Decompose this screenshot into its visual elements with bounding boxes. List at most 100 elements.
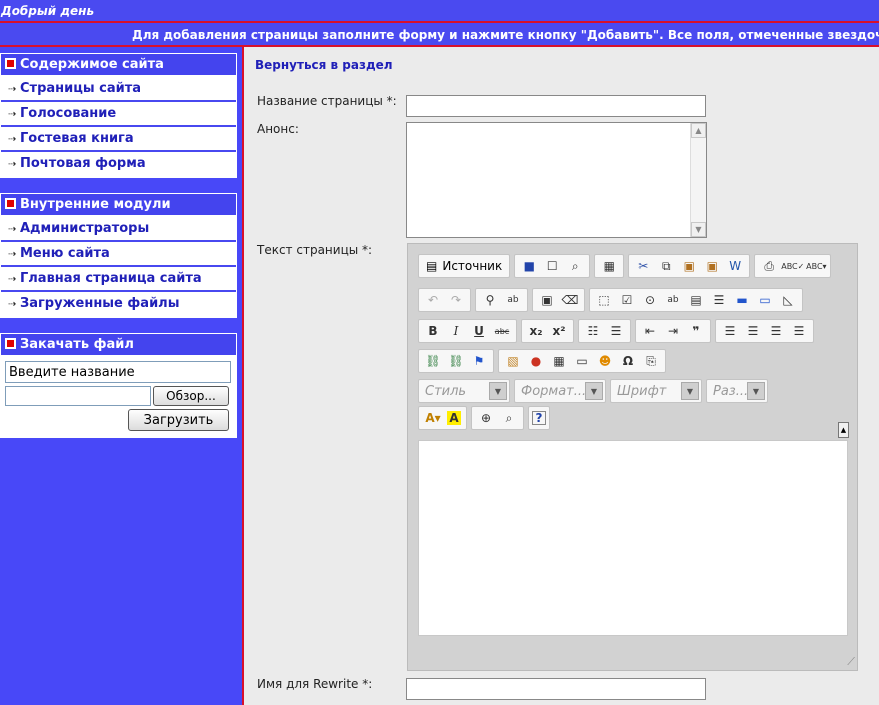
upload-button[interactable]: Загрузить xyxy=(128,409,229,431)
font-combo[interactable]: Шрифт ▼ xyxy=(610,379,702,403)
scroll-up-icon[interactable]: ▲ xyxy=(691,123,706,138)
link-icon[interactable]: ⛓ xyxy=(422,351,444,371)
redo-icon[interactable]: ↷ xyxy=(445,290,467,310)
page-name-input[interactable] xyxy=(406,95,706,117)
file-name-input[interactable] xyxy=(5,361,231,383)
toolbar-group-document: ■ ☐ ⌕ xyxy=(514,254,591,278)
browse-button[interactable]: Обзор... xyxy=(153,386,229,406)
image-icon[interactable]: ▧ xyxy=(502,351,524,371)
spellcheck-dropdown-icon[interactable]: ABC▾ xyxy=(805,256,827,276)
resize-grip-icon[interactable]: ⟋ xyxy=(843,656,855,668)
sidebar: Содержимое сайта ⇢ Страницы сайта ⇢ Голосо… xyxy=(0,47,242,705)
toolbar-group-clipboard: ✂ ⧉ ▣ ▣ W xyxy=(628,254,751,278)
preview-icon[interactable]: ⌕ xyxy=(564,256,586,276)
bulleted-list-icon[interactable]: ☰ xyxy=(605,321,627,341)
hidden-field-icon[interactable]: ◺ xyxy=(777,290,799,310)
align-right-icon[interactable]: ☰ xyxy=(765,321,787,341)
copy-icon[interactable]: ⧉ xyxy=(655,256,677,276)
select-all-icon[interactable]: ▣ xyxy=(536,290,558,310)
select-field-icon[interactable]: ☰ xyxy=(708,290,730,310)
announce-scrollbar[interactable]: ▲ ▼ xyxy=(690,123,706,237)
outdent-icon[interactable]: ⇤ xyxy=(639,321,661,341)
text-color-icon[interactable]: A▾ xyxy=(422,408,444,428)
subscript-icon[interactable]: x₂ xyxy=(525,321,547,341)
sidebar-item-site-menu[interactable]: ⇢ Меню сайта xyxy=(1,242,236,267)
remove-format-icon[interactable]: ⌫ xyxy=(559,290,581,310)
sidebar-item-pages[interactable]: ⇢ Страницы сайта xyxy=(1,77,236,102)
source-button[interactable]: ▤ Источник xyxy=(422,256,506,276)
align-left-icon[interactable]: ☰ xyxy=(719,321,741,341)
greeting-bar: Добрый день xyxy=(0,0,879,23)
textfield-icon[interactable]: ab xyxy=(662,290,684,310)
chevron-down-icon: ▼ xyxy=(585,382,603,400)
indent-icon[interactable]: ⇥ xyxy=(662,321,684,341)
show-blocks-icon[interactable]: ⌕ xyxy=(498,408,520,428)
sidebar-item-uploaded-files[interactable]: ⇢ Загруженные файлы xyxy=(1,292,236,317)
unlink-icon[interactable]: ⛓ xyxy=(445,351,467,371)
templates-icon[interactable]: ▦ xyxy=(598,256,620,276)
upload-header: Закачать файл xyxy=(1,334,236,357)
scroll-down-icon[interactable]: ▼ xyxy=(691,222,706,237)
notice-text: Для добавления страницы заполните форму … xyxy=(132,28,879,42)
file-path-input[interactable] xyxy=(5,386,151,406)
toolbar-group-links: ⛓ ⛓ ⚑ xyxy=(418,349,494,373)
paste-word-icon[interactable]: W xyxy=(724,256,746,276)
find-icon[interactable]: ⚲ xyxy=(479,290,501,310)
replace-icon[interactable]: ab xyxy=(502,290,524,310)
spellcheck-icon[interactable]: ABC✓ xyxy=(781,256,804,276)
textarea-icon[interactable]: ▤ xyxy=(685,290,707,310)
maximize-icon[interactable]: ⊕ xyxy=(475,408,497,428)
toolbar-group-tools: ⊕ ⌕ xyxy=(471,406,524,430)
rewrite-label: Имя для Rewrite *: xyxy=(257,677,373,691)
sidebar-item-admins[interactable]: ⇢ Администраторы xyxy=(1,217,236,242)
paste-text-icon[interactable]: ▣ xyxy=(701,256,723,276)
align-justify-icon[interactable]: ☰ xyxy=(788,321,810,341)
sidebar-item-mail-form[interactable]: ⇢ Почтовая форма xyxy=(1,152,236,177)
numbered-list-icon[interactable]: ☷ xyxy=(582,321,604,341)
undo-icon[interactable]: ↶ xyxy=(422,290,444,310)
bold-icon[interactable]: B xyxy=(422,321,444,341)
announce-textarea[interactable]: ▲ ▼ xyxy=(406,122,707,238)
sidebar-item-guestbook[interactable]: ⇢ Гостевая книга xyxy=(1,127,236,152)
align-center-icon[interactable]: ☰ xyxy=(742,321,764,341)
site-content-title: Содержимое сайта xyxy=(20,57,164,72)
italic-icon[interactable]: I xyxy=(445,321,467,341)
button-field-icon[interactable]: ▬ xyxy=(731,290,753,310)
superscript-icon[interactable]: x² xyxy=(548,321,570,341)
page-break-icon[interactable]: ⎘ xyxy=(640,351,662,371)
toolbar-group-colors: A▾ A xyxy=(418,406,467,430)
flash-icon[interactable]: ● xyxy=(525,351,547,371)
cut-icon[interactable]: ✂ xyxy=(632,256,654,276)
editor-content-area[interactable] xyxy=(418,440,848,636)
anchor-flag-icon[interactable]: ⚑ xyxy=(468,351,490,371)
background-color-icon[interactable]: A xyxy=(447,411,461,425)
back-to-section-link[interactable]: Вернуться в раздел xyxy=(255,58,393,72)
paste-icon[interactable]: ▣ xyxy=(678,256,700,276)
help-icon[interactable]: ? xyxy=(532,411,546,425)
table-icon[interactable]: ▦ xyxy=(548,351,570,371)
special-char-icon[interactable]: Ω xyxy=(617,351,639,371)
blockquote-icon[interactable]: ❞ xyxy=(685,321,707,341)
rewrite-input[interactable] xyxy=(406,678,706,700)
toolbar-group-insert: ▧ ● ▦ ▭ ☻ Ω ⎘ xyxy=(498,349,666,373)
size-combo[interactable]: Раз... ▼ xyxy=(706,379,768,403)
save-icon[interactable]: ■ xyxy=(518,256,540,276)
underline-icon[interactable]: U xyxy=(468,321,490,341)
horizontal-rule-icon[interactable]: ▭ xyxy=(571,351,593,371)
radio-icon[interactable]: ⊙ xyxy=(639,290,661,310)
toolbar-row-2: ↶ ↷ ⚲ ab ▣ ⌫ ⬚ ☑ ⊙ ab ▤ ☰ ▬ ▭ ◺ xyxy=(418,288,803,312)
image-button-icon[interactable]: ▭ xyxy=(754,290,776,310)
sidebar-item-voting[interactable]: ⇢ Голосование xyxy=(1,102,236,127)
strike-icon[interactable]: abc xyxy=(491,321,513,341)
toolbar-collapse-icon[interactable]: ▲ xyxy=(838,422,849,438)
smiley-icon[interactable]: ☻ xyxy=(594,351,616,371)
arrow-right-icon: ⇢ xyxy=(8,249,17,260)
new-page-icon[interactable]: ☐ xyxy=(541,256,563,276)
style-combo[interactable]: Стиль ▼ xyxy=(418,379,510,403)
form-icon[interactable]: ⬚ xyxy=(593,290,615,310)
toolbar-row-1: ▤ Источник ■ ☐ ⌕ ▦ ✂ ⧉ ▣ ▣ W ⎙ ABC✓ ABC▾ xyxy=(418,254,832,278)
sidebar-item-home-page[interactable]: ⇢ Главная страница сайта xyxy=(1,267,236,292)
checkbox-icon[interactable]: ☑ xyxy=(616,290,638,310)
print-icon[interactable]: ⎙ xyxy=(758,256,780,276)
format-combo[interactable]: Формат... ▼ xyxy=(514,379,606,403)
